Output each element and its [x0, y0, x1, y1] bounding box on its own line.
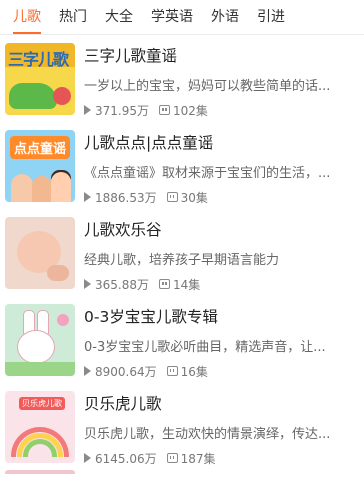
next-item-cover-edge [5, 470, 75, 474]
list-item[interactable]: 三字儿歌 三字儿歌童谣 一岁以上的宝宝，妈妈可以教些简单的话... 371.95… [0, 35, 364, 122]
album-title[interactable]: 三字儿歌童谣 [84, 44, 364, 66]
play-count-icon [84, 366, 91, 376]
play-count: 6145.06万 [95, 451, 157, 466]
album-info: 儿歌点点|点点童谣 《点点童谣》取材来源于宝宝们的生活，... 1886.53万… [84, 130, 364, 205]
tab-waiyu[interactable]: 外语 [202, 0, 248, 34]
list-item[interactable]: 儿歌欢乐谷 经典儿歌，培养孩子早期语言能力 365.88万 14集 [0, 209, 364, 296]
album-cover[interactable]: 点点童谣 [5, 129, 75, 202]
album-description: 一岁以上的宝宝，妈妈可以教些简单的话... [84, 78, 331, 94]
crocodile-illustration [9, 82, 57, 109]
episode-count: 187集 [180, 451, 216, 466]
album-cover[interactable] [5, 303, 75, 376]
episode-icon [159, 279, 170, 289]
kid-illustration [11, 173, 33, 202]
album-meta: 371.95万 102集 [84, 102, 364, 119]
play-count-icon [84, 192, 91, 202]
album-meta: 6145.06万 187集 [84, 450, 364, 467]
play-count: 371.95万 [95, 103, 149, 118]
album-meta: 365.88万 14集 [84, 276, 364, 293]
episode-icon [166, 453, 178, 463]
album-cover[interactable]: 三字儿歌 [5, 42, 75, 115]
play-count: 365.88万 [95, 277, 149, 292]
album-cover[interactable] [5, 216, 75, 289]
episode-count: 30集 [180, 190, 208, 205]
list-item[interactable]: 0-3岁宝宝儿歌专辑 0-3岁宝宝儿歌必听曲目，精选声音，让... 8900.6… [0, 296, 364, 383]
tab-yinjin[interactable]: 引进 [248, 0, 294, 34]
album-info: 0-3岁宝宝儿歌专辑 0-3岁宝宝儿歌必听曲目，精选声音，让... 8900.6… [84, 304, 364, 379]
album-info: 贝乐虎儿歌 贝乐虎儿歌，生动欢快的情景演绎，传达... 6145.06万 187… [84, 391, 364, 466]
episode-icon [159, 105, 170, 115]
album-description: 《点点童谣》取材来源于宝宝们的生活，... [84, 165, 331, 181]
episode-icon [166, 192, 178, 202]
cover-text: 点点童谣 [10, 135, 71, 159]
episode-count: 102集 [173, 103, 208, 118]
album-title[interactable]: 儿歌点点|点点童谣 [84, 131, 364, 153]
ball-illustration [53, 86, 71, 105]
album-title[interactable]: 儿歌欢乐谷 [84, 218, 364, 240]
album-info: 三字儿歌童谣 一岁以上的宝宝，妈妈可以教些简单的话... 371.95万 102… [84, 43, 364, 118]
album-meta: 1886.53万 30集 [84, 189, 364, 206]
kid-illustration [32, 175, 52, 202]
album-description: 经典儿歌，培养孩子早期语言能力 [84, 252, 280, 268]
play-count-icon [84, 279, 91, 289]
album-list: 三字儿歌 三字儿歌童谣 一岁以上的宝宝，妈妈可以教些简单的话... 371.95… [0, 35, 364, 474]
hand-illustration [47, 264, 69, 281]
album-info: 儿歌欢乐谷 经典儿歌，培养孩子早期语言能力 365.88万 14集 [84, 217, 364, 292]
album-cover[interactable]: 贝乐虎儿歌 [5, 390, 75, 463]
episode-count: 14集 [173, 277, 201, 292]
album-title[interactable]: 贝乐虎儿歌 [84, 392, 364, 414]
kid-illustration [51, 171, 71, 202]
play-count: 8900.64万 [95, 364, 157, 379]
list-item[interactable]: 点点童谣 儿歌点点|点点童谣 《点点童谣》取材来源于宝宝们的生活，... 188… [0, 122, 364, 209]
album-title[interactable]: 0-3岁宝宝儿歌专辑 [84, 305, 364, 327]
play-count-icon [84, 105, 91, 115]
list-item[interactable]: 贝乐虎儿歌 贝乐虎儿歌 贝乐虎儿歌，生动欢快的情景演绎，传达... 6145.0… [0, 383, 364, 470]
tab-remen[interactable]: 热门 [50, 0, 96, 34]
album-meta: 8900.64万 16集 [84, 363, 364, 380]
bunny-illustration [17, 329, 55, 364]
episode-icon [166, 366, 178, 376]
cover-text: 三字儿歌 [8, 49, 69, 69]
album-description: 贝乐虎儿歌，生动欢快的情景演绎，传达... [84, 426, 331, 442]
album-description: 0-3岁宝宝儿歌必听曲目，精选声音，让... [84, 339, 326, 355]
play-count: 1886.53万 [95, 190, 157, 205]
cover-text: 贝乐虎儿歌 [19, 396, 65, 410]
play-count-icon [84, 453, 91, 463]
tab-erge[interactable]: 儿歌 [4, 0, 50, 34]
tab-xueyingyu[interactable]: 学英语 [142, 0, 202, 34]
episode-count: 16集 [180, 364, 208, 379]
category-tabs: 儿歌 热门 大全 学英语 外语 引进 [0, 0, 364, 35]
tab-daquan[interactable]: 大全 [96, 0, 142, 34]
flower-illustration [57, 313, 69, 326]
grass-illustration [5, 361, 75, 376]
